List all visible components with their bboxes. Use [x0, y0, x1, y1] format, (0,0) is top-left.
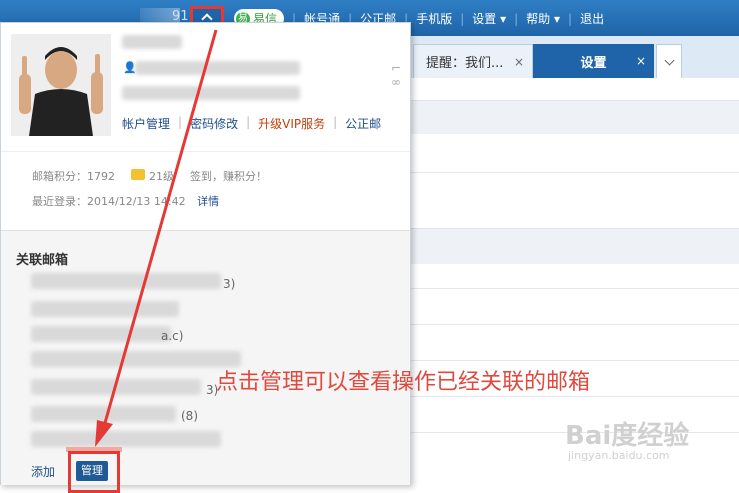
watermark-url: jingyan.baidu.com [568, 449, 670, 462]
annotation-caption: 点击管理可以查看操作已经关联的邮箱 [216, 370, 591, 395]
watermark-logo: Bai度经验 [565, 421, 690, 451]
annotation-arrow [95, 29, 218, 447]
